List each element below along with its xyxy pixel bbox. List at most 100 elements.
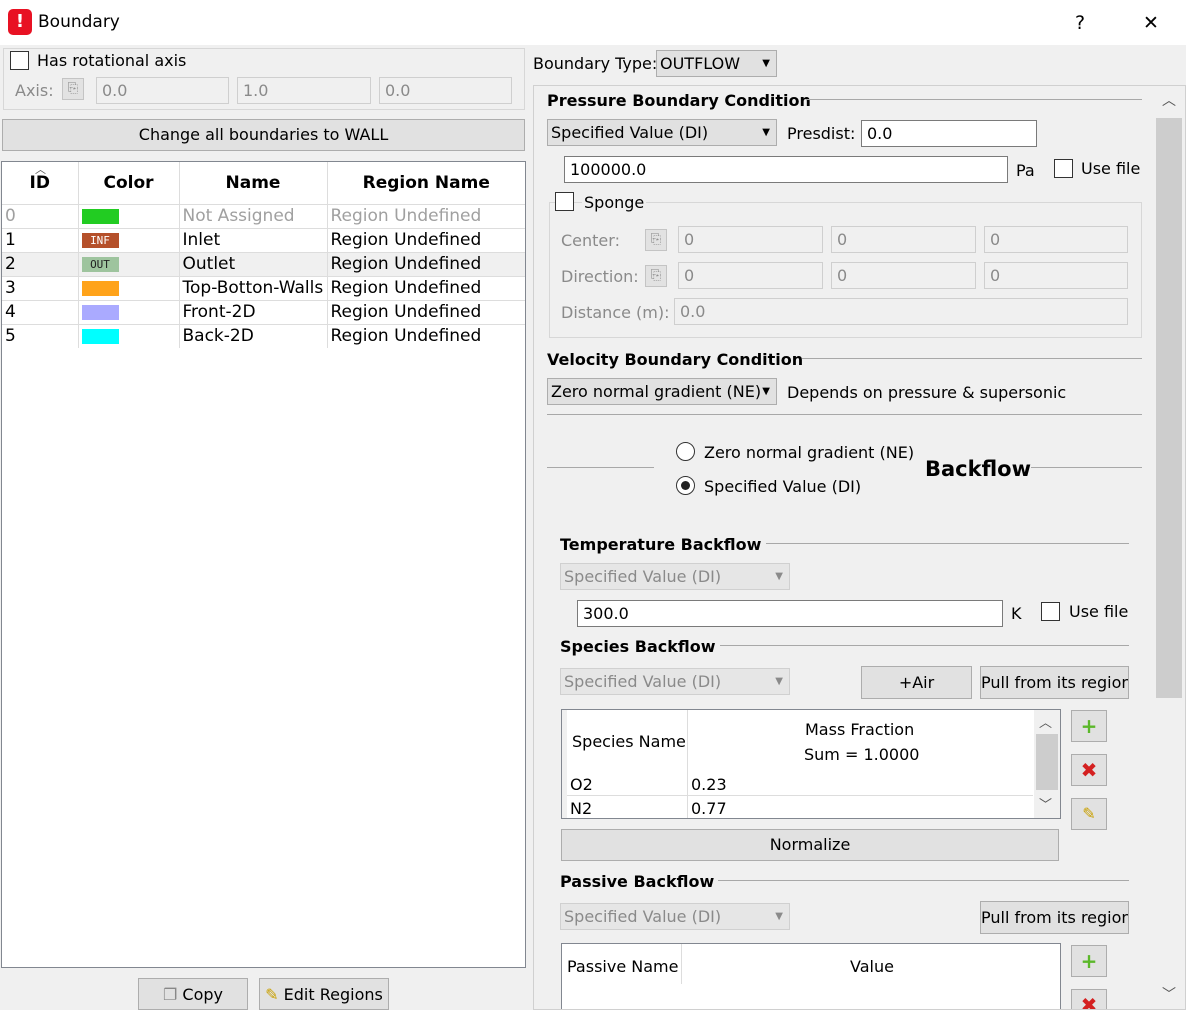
temperature-use-file-checkbox[interactable]: [1041, 602, 1060, 621]
scroll-up-icon[interactable]: ︿: [1039, 712, 1052, 731]
passive-pull-from-region-button[interactable]: Pull from its region: [980, 901, 1129, 934]
color-swatch[interactable]: [81, 304, 119, 320]
species-row-value[interactable]: 0.23: [691, 775, 727, 794]
center-z-field[interactable]: 0: [984, 226, 1128, 253]
row-name: Outlet: [179, 251, 328, 276]
axis-z-field[interactable]: 0.0: [379, 77, 512, 104]
add-air-button[interactable]: +Air: [861, 666, 972, 699]
scroll-down-icon[interactable]: ﹀: [1158, 984, 1180, 1004]
temperature-use-file-label: Use file: [1069, 602, 1129, 621]
distance-field[interactable]: 0.0: [674, 298, 1128, 325]
col-name[interactable]: Name: [179, 162, 328, 204]
rotational-axis-checkbox[interactable]: [10, 51, 29, 70]
col-region-name[interactable]: Region Name: [327, 162, 525, 204]
chevron-down-icon: ▼: [775, 571, 783, 582]
plus-icon: +: [1080, 949, 1098, 973]
scroll-down-icon[interactable]: ﹀: [1039, 794, 1052, 813]
row-id: 4: [2, 299, 79, 324]
species-backflow-title: Species Backflow: [560, 637, 716, 656]
table-header: ID Color Name Region Name: [2, 162, 525, 204]
col-color[interactable]: Color: [78, 162, 180, 204]
row-id: 0: [2, 203, 79, 228]
backflow-option-zero-gradient-radio[interactable]: [676, 442, 695, 461]
change-all-to-wall-button[interactable]: Change all boundaries to WALL: [2, 119, 525, 151]
passive-table[interactable]: Passive Name Value: [561, 943, 1061, 1009]
divider: [547, 467, 654, 468]
color-swatch[interactable]: [81, 328, 119, 344]
remove-species-button[interactable]: ✖: [1071, 754, 1107, 786]
color-swatch[interactable]: [81, 280, 119, 296]
edit-regions-button[interactable]: ✎ Edit Regions: [259, 978, 389, 1010]
direction-y-field[interactable]: 0: [831, 262, 976, 289]
boundaries-table[interactable]: ︿ ID Color Name Region Name 0 Not Assigne…: [1, 161, 526, 968]
species-row-value[interactable]: 0.77: [691, 799, 727, 818]
backflow-option-specified-value-radio[interactable]: [676, 476, 695, 495]
temperature-mode-select[interactable]: Specified Value (DI) ▼: [560, 563, 790, 590]
species-pull-from-region-button[interactable]: Pull from its region: [980, 666, 1129, 699]
paste-direction-icon[interactable]: ⎘: [645, 265, 667, 287]
axis-y-field[interactable]: 1.0: [237, 77, 371, 104]
backflow-option-zero-gradient-label: Zero normal gradient (NE): [704, 443, 915, 462]
center-x-field[interactable]: 0: [678, 226, 823, 253]
color-swatch[interactable]: INF: [81, 232, 119, 248]
remove-passive-button[interactable]: ✖: [1071, 989, 1107, 1009]
table-row[interactable]: 3 Top-Botton-Walls Region Undefined: [2, 275, 525, 300]
sponge-checkbox[interactable]: [555, 192, 574, 211]
species-table[interactable]: Species Name Mass Fraction Sum = 1.0000 …: [561, 709, 1061, 819]
species-scrollbar-thumb[interactable]: [1036, 734, 1058, 790]
direction-x-field[interactable]: 0: [678, 262, 823, 289]
add-passive-button[interactable]: +: [1071, 945, 1107, 977]
paste-axis-icon[interactable]: ⎘: [62, 78, 84, 100]
velocity-mode-select[interactable]: Zero normal gradient (NE) ▼: [547, 378, 777, 405]
row-divider: [567, 795, 1033, 796]
settings-scroll-panel[interactable]: ︿ ﹀ Pressure Boundary Condition Specifie…: [533, 85, 1186, 1010]
row-color: [78, 299, 180, 324]
row-id: 3: [2, 275, 79, 300]
copy-icon: ❐: [162, 985, 178, 1004]
center-label: Center:: [561, 231, 620, 250]
boundary-type-label: Boundary Type:: [533, 54, 658, 73]
mass-fraction-sum: Sum = 1.0000: [804, 745, 920, 764]
normalize-button[interactable]: Normalize: [561, 829, 1059, 861]
pressure-value-field[interactable]: 100000.0: [564, 156, 1008, 183]
row-region: Region Undefined: [327, 299, 525, 324]
clear-species-button[interactable]: ✎: [1071, 798, 1107, 830]
center-y-field[interactable]: 0: [831, 226, 976, 253]
broom-icon: ✎: [1082, 804, 1096, 823]
pressure-mode-select[interactable]: Specified Value (DI) ▼: [547, 119, 777, 146]
scrollbar-thumb[interactable]: [1156, 118, 1182, 698]
presdist-field[interactable]: 0.0: [861, 120, 1037, 147]
table-row[interactable]: 2 OUT Outlet Region Undefined: [2, 251, 525, 276]
direction-label: Direction:: [561, 267, 639, 286]
row-region: Region Undefined: [327, 323, 525, 348]
temperature-value-field[interactable]: 300.0: [577, 600, 1003, 627]
axis-x-field[interactable]: 0.0: [96, 77, 229, 104]
paste-center-icon[interactable]: ⎘: [645, 229, 667, 251]
pressure-use-file-checkbox[interactable]: [1054, 159, 1073, 178]
scroll-up-icon[interactable]: ︿: [1158, 90, 1180, 110]
table-row[interactable]: 1 INF Inlet Region Undefined: [2, 227, 525, 252]
table-row[interactable]: 0 Not Assigned Region Undefined: [2, 203, 525, 228]
copy-button[interactable]: ❐ Copy: [138, 978, 248, 1010]
close-button[interactable]: ✕: [1131, 6, 1171, 40]
row-name: Top-Botton-Walls: [179, 275, 328, 300]
boundary-type-select[interactable]: OUTFLOW ▼: [656, 50, 777, 77]
row-name: Inlet: [179, 227, 328, 252]
row-id: 1: [2, 227, 79, 252]
table-row[interactable]: 5 Back-2D Region Undefined: [2, 323, 525, 348]
species-row-name[interactable]: O2: [570, 775, 593, 794]
species-row-name[interactable]: N2: [570, 799, 592, 818]
row-color: [78, 275, 180, 300]
chevron-down-icon: ▼: [762, 127, 770, 138]
species-mode-select[interactable]: Specified Value (DI) ▼: [560, 668, 790, 695]
direction-z-field[interactable]: 0: [984, 262, 1128, 289]
chevron-down-icon: ▼: [775, 911, 783, 922]
color-swatch[interactable]: [81, 208, 119, 224]
color-swatch[interactable]: OUT: [81, 256, 119, 272]
add-species-button[interactable]: +: [1071, 710, 1107, 742]
table-row[interactable]: 4 Front-2D Region Undefined: [2, 299, 525, 324]
sponge-label: Sponge: [582, 193, 647, 212]
passive-mode-select[interactable]: Specified Value (DI) ▼: [560, 903, 790, 930]
col-id[interactable]: ID: [2, 162, 79, 204]
help-button[interactable]: ?: [1060, 6, 1100, 40]
